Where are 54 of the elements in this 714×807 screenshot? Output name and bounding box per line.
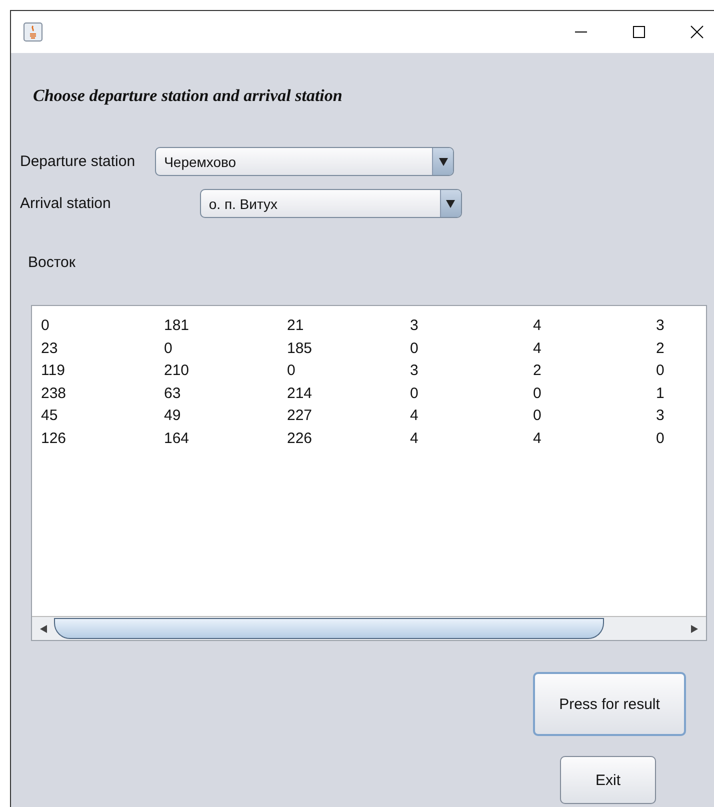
departure-dropdown[interactable]: Черемхово [155,147,454,176]
matrix-value: 49 [164,407,182,426]
exit-button[interactable]: Exit [560,756,656,804]
horizontal-scrollbar[interactable] [32,616,706,640]
matrix-value: 0 [533,407,542,426]
matrix-value: 4 [410,430,420,448]
matrix-value: 0 [287,362,296,381]
direction-label: Восток [28,254,76,271]
matrix-value: 226 [287,430,314,448]
matrix-value: 227 [287,407,314,426]
heading: Choose departure station and arrival station [33,86,344,106]
arrival-label: Arrival station [20,195,111,212]
matrix-value: 0 [164,340,174,358]
dropdown-arrow-icon [438,158,448,166]
matrix-value: 0 [410,340,420,358]
matrix-value: 119 [41,362,66,381]
matrix-value: 0 [41,317,50,336]
matrix-value: 4 [533,430,542,448]
matrix-value: 1 [656,384,666,404]
app-icon [23,22,43,42]
matrix-value: 21 [287,317,305,336]
matrix-value: 4 [410,407,420,426]
matrix-value: 45 [41,407,59,426]
matrix-value: 3 [410,317,420,336]
matrix-value: 181 [164,317,190,336]
scroll-right-icon[interactable] [690,624,700,634]
matrix-value: 2 [656,340,666,358]
matrix-value: 3 [410,362,420,381]
matrix-value: 3 [656,317,666,336]
matrix-value: 0 [656,362,666,381]
matrix-value: 4 [533,340,542,358]
close-icon[interactable] [690,25,704,39]
text-area[interactable]: 0 181 21 3 4 3 23 0 185 0 4 2 119 210 0 3 2 0 238 63 214 0 0 1 45 49 227 4 0 3 126 164 226 4 4 0 [31,305,707,641]
matrix-value: 4 [533,317,542,336]
matrix-value: 126 [41,430,68,448]
arrival-dropdown[interactable]: о. п. Витух [200,189,462,218]
scroll-left-icon[interactable] [38,624,48,634]
matrix-value: 3 [656,407,666,426]
matrix-value: 210 [164,362,190,381]
matrix-value: 0 [410,384,420,404]
matrix-value: 214 [287,384,314,404]
matrix-value: 63 [164,384,182,404]
matrix-value: 0 [533,384,542,404]
dropdown-arrow-icon [446,200,456,208]
maximize-icon[interactable] [632,25,646,39]
matrix-value: 23 [41,340,59,358]
matrix-value: 0 [656,430,666,448]
matrix-value: 238 [41,384,68,404]
departure-label: Departure station [20,153,136,170]
matrix-value: 164 [164,430,190,448]
matrix-value: 185 [287,340,314,358]
scroll-thumb[interactable] [54,618,604,639]
matrix-value: 2 [533,362,542,381]
result-button[interactable]: Press for result [533,672,686,736]
